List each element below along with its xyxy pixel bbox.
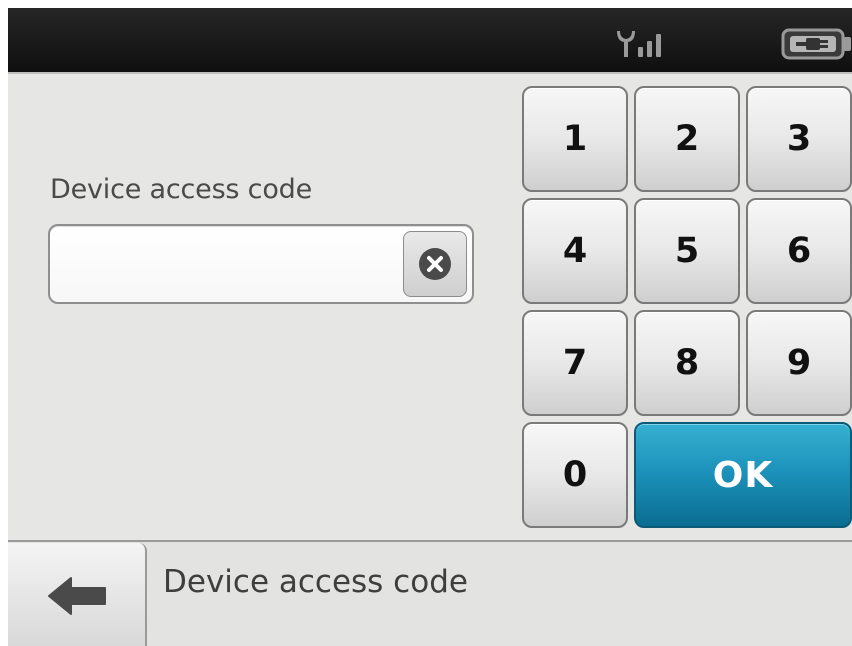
- keypad-key-8[interactable]: 8: [634, 310, 740, 416]
- bottom-bar: Device access code: [8, 540, 852, 646]
- signal-strength-icon: [617, 31, 661, 57]
- clear-input-button[interactable]: [403, 231, 467, 297]
- back-button[interactable]: [8, 543, 147, 646]
- status-bar: [8, 8, 852, 74]
- keypad-key-1[interactable]: 1: [522, 86, 628, 192]
- clear-x-icon: [419, 248, 451, 280]
- keypad-key-4[interactable]: 4: [522, 198, 628, 304]
- access-code-input[interactable]: [60, 234, 394, 294]
- keypad-key-7[interactable]: 7: [522, 310, 628, 416]
- keypad-key-9[interactable]: 9: [746, 310, 852, 416]
- access-code-label: Device access code: [50, 174, 312, 205]
- keypad-key-0[interactable]: 0: [522, 422, 628, 528]
- keypad-key-5[interactable]: 5: [634, 198, 740, 304]
- ok-button[interactable]: OK: [634, 422, 852, 528]
- keypad-key-3[interactable]: 3: [746, 86, 852, 192]
- keypad-key-2[interactable]: 2: [634, 86, 740, 192]
- keypad-key-6[interactable]: 6: [746, 198, 852, 304]
- access-code-field[interactable]: [48, 224, 474, 304]
- back-arrow-icon: [47, 576, 106, 615]
- page-title: Device access code: [163, 564, 468, 600]
- battery-plugged-icon: [781, 28, 851, 60]
- device-screen: Device access code 1 2 3 4 5 6 7 8 9 0 O…: [8, 8, 852, 646]
